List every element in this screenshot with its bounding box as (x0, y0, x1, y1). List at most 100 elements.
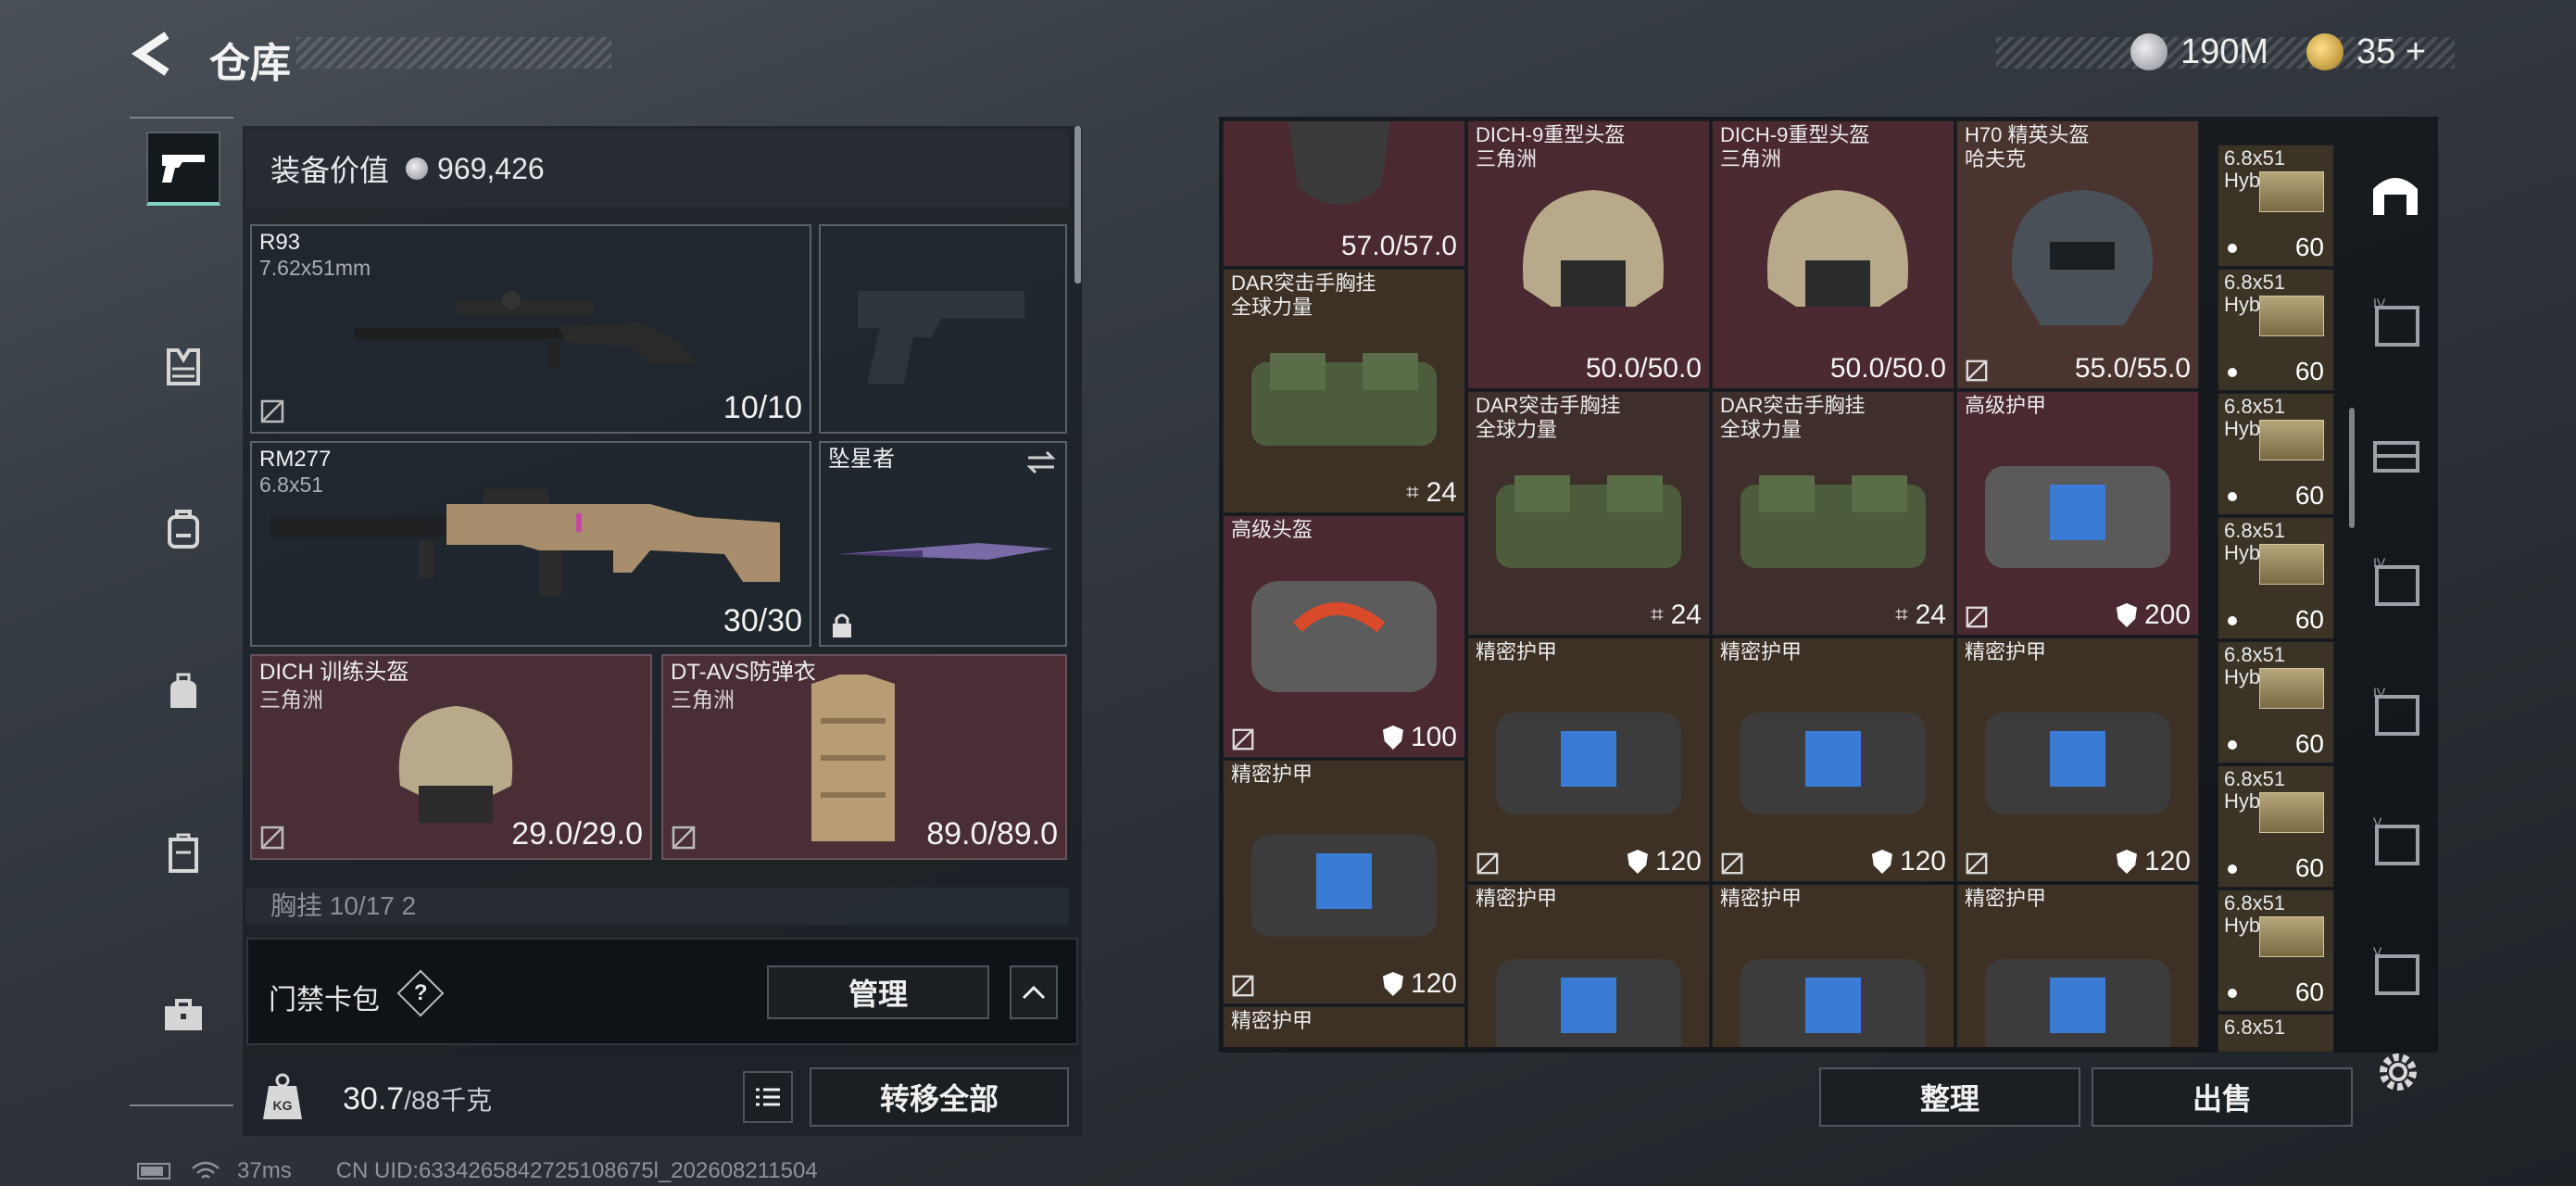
back-arrow-icon[interactable] (130, 28, 185, 83)
expand-button[interactable] (1010, 965, 1058, 1019)
container-iv-icon[interactable]: IV (2366, 293, 2425, 352)
tidy-button[interactable]: 整理 (1819, 1067, 2080, 1127)
loadout-scrollbar[interactable] (1074, 126, 1081, 284)
storage-item[interactable]: 57.0/57.0 (1223, 120, 1465, 267)
ammo-box-image (2259, 296, 2324, 336)
tab-chest-rig[interactable] (146, 330, 220, 404)
no-durability-icon (1966, 360, 1988, 382)
shield-icon (1382, 725, 1403, 750)
warehouse-icon[interactable] (2366, 163, 2425, 222)
weight-max: /88千克 (404, 1086, 493, 1115)
armor-box-image (1985, 466, 2170, 568)
item-name: 高级头盔 (1231, 518, 1313, 541)
container-iv-icon[interactable]: IV (2366, 682, 2425, 741)
container-v-icon[interactable]: V (2366, 941, 2425, 1001)
armor-slot[interactable]: DT-AVS防弹衣 三角洲 89.0/89.0 (661, 654, 1067, 860)
weapon-name: R93 (259, 230, 301, 255)
container-rack-icon[interactable] (2366, 423, 2425, 482)
chest-rig-image (1740, 475, 1926, 568)
armor-box-image (1251, 835, 1437, 937)
storage-item[interactable]: H70 精英头盔 哈夫克 55.0/55.0 (1956, 120, 2199, 389)
secondary-weapon-slot[interactable]: RM277 6.8x51 30/30 (250, 441, 811, 647)
ammo-stack[interactable]: 6.8x51 Hybrid 60 (2218, 393, 2334, 515)
item-armor-value: 120 (1899, 846, 1946, 877)
wifi-icon (192, 1161, 220, 1179)
equipment-value-bar: 装备价值 969,426 (246, 130, 1069, 208)
sell-button[interactable]: 出售 (2092, 1067, 2353, 1127)
ammo-dot (2228, 740, 2237, 750)
svg-text:KG: KG (273, 1098, 293, 1113)
helmet-origin: 三角洲 (259, 688, 323, 712)
storage-item[interactable]: 精密护甲 120 (1956, 637, 2199, 882)
weight-readout: 30.7/88千克 (343, 1080, 492, 1117)
chest-rig-image (1251, 353, 1437, 446)
ammo-stack[interactable]: 6.8x51 Hybrid 60 (2218, 890, 2334, 1012)
ammo-stack[interactable]: 6.8x51 Hybrid 60 (2218, 641, 2334, 763)
silver-currency: 190M (2130, 26, 2268, 78)
storage-item[interactable]: 精密护甲 120 (1467, 637, 1710, 882)
tab-briefcase[interactable] (146, 978, 220, 1053)
storage-item[interactable]: 高级护甲 200 (1956, 391, 2199, 636)
primary-weapon-slot[interactable]: R93 7.62x51mm 10/10 (250, 224, 811, 434)
tab-bag[interactable] (146, 654, 220, 728)
ammo-stack[interactable]: 6.8x51 Hybrid 60 (2218, 765, 2334, 888)
storage-item[interactable]: 精密护甲 (1956, 884, 2199, 1047)
tab-backpack[interactable] (146, 492, 220, 566)
list-icon (756, 1088, 780, 1106)
battery-icon (137, 1163, 170, 1180)
list-view-button[interactable] (743, 1071, 793, 1123)
svg-text:V: V (2373, 944, 2382, 959)
item-origin: 三角洲 (1476, 147, 1538, 170)
storage-item[interactable]: DAR突击手胸挂 全球力量 ⌗ 24 (1712, 391, 1954, 636)
tab-case[interactable] (146, 816, 220, 890)
storage-item[interactable]: 精密护甲 (1467, 884, 1710, 1047)
ammo-count: 60 (2294, 853, 2324, 882)
item-name: 精密护甲 (1476, 640, 1558, 663)
ammo-stack[interactable]: 6.8x51 Hybrid 60 (2218, 269, 2334, 391)
briefcase-icon (165, 999, 202, 1030)
ping-value: 37ms (237, 1158, 292, 1183)
no-durability-icon (1232, 975, 1254, 997)
gold-currency-value: 35 + (2356, 32, 2427, 71)
ammo-stack-partial[interactable]: 6.8x51 (2218, 1014, 2334, 1053)
item-armor-level: 120 (1871, 846, 1946, 877)
ammo-box-image (2259, 171, 2324, 212)
weight-current: 30.7 (343, 1081, 405, 1117)
no-durability-icon (1721, 852, 1743, 875)
ammo-dot (2228, 244, 2237, 253)
item-name: 高级护甲 (1965, 394, 2047, 417)
manage-button[interactable]: 管理 (767, 965, 989, 1019)
item-armor-level: 120 (1382, 968, 1457, 1000)
storage-item[interactable]: 精密护甲 (1223, 1006, 1465, 1047)
storage-item[interactable]: DICH-9重型头盔 三角洲 50.0/50.0 (1467, 120, 1710, 389)
ammo-stack[interactable]: 6.8x51 Hybrid 60 (2218, 517, 2334, 639)
storage-item[interactable]: 高级头盔 100 (1223, 515, 1465, 758)
gear-icon[interactable] (2373, 1047, 2423, 1097)
title-decoration (296, 37, 611, 69)
chest-rig-row-partial[interactable]: 胸挂 10/17 2 (246, 888, 1069, 925)
tab-weapons[interactable] (146, 132, 220, 206)
melee-slot[interactable]: 坠星者 (819, 441, 1067, 647)
ammo-dot (2228, 864, 2237, 874)
item-name: 精密护甲 (1965, 640, 2047, 663)
no-durability-icon (1476, 852, 1499, 875)
ammo-stack[interactable]: 6.8x51 Hybrid 60 (2218, 145, 2334, 267)
storage-item[interactable]: DAR突击手胸挂 全球力量 ⌗ 24 (1223, 269, 1465, 513)
gold-currency: 35 + (2306, 26, 2426, 78)
pistol-slot-empty[interactable] (819, 224, 1067, 434)
storage-item[interactable]: 精密护甲 120 (1223, 760, 1465, 1004)
item-name: 精密护甲 (1965, 887, 2047, 910)
storage-grid[interactable]: 88 57.0/57.0 DAR突击手胸挂 全球力量 ⌗24 高级头盔 100 … (1223, 120, 2349, 1047)
item-armor-level: 120 (1627, 846, 1702, 877)
storage-item[interactable]: 精密护甲 (1712, 884, 1954, 1047)
storage-item[interactable]: 精密护甲 120 (1712, 637, 1954, 882)
helmet-slot[interactable]: DICH 训练头盔 三角洲 29.0/29.0 (250, 654, 652, 860)
rail-divider (130, 1104, 233, 1106)
armor-box-image (1985, 959, 2170, 1047)
container-v-icon[interactable]: V (2366, 812, 2425, 871)
storage-item[interactable]: DICH-9重型头盔 三角洲 50.0/50.0 (1712, 120, 1954, 389)
transfer-all-button[interactable]: 转移全部 (810, 1067, 1069, 1127)
storage-item[interactable]: DAR突击手胸挂 全球力量 ⌗ 24 (1467, 391, 1710, 636)
rail-divider (130, 117, 233, 119)
container-iv-icon[interactable]: IV (2366, 552, 2425, 612)
